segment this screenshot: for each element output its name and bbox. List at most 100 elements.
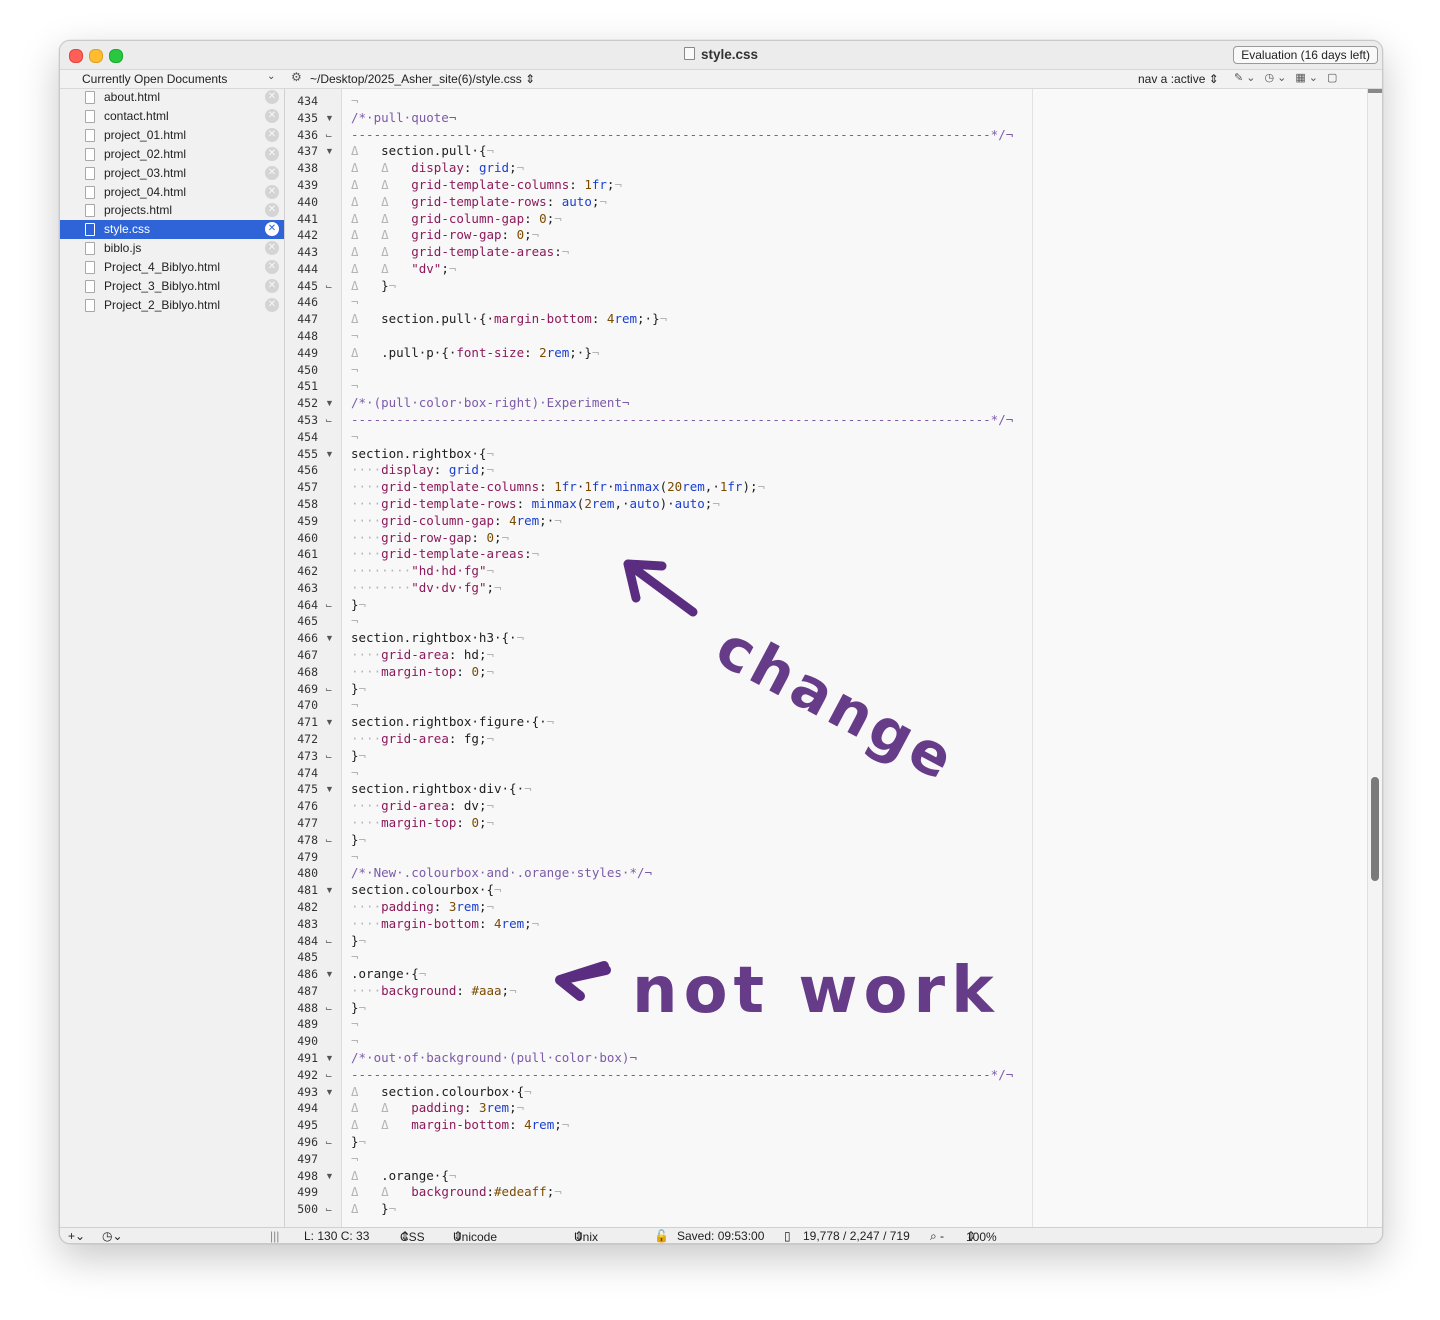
scrollbar-thumb[interactable] — [1371, 777, 1379, 881]
close-file-icon[interactable]: ✕ — [265, 279, 279, 293]
code-line[interactable]: ¬ — [351, 765, 359, 780]
code-line[interactable]: Δ .orange·{¬ — [351, 1168, 456, 1183]
language-menu[interactable]: CSS ⇕ — [400, 1229, 425, 1243]
code-line[interactable]: /*·New·.colourbox·and·.orange·styles·*/¬ — [351, 865, 652, 880]
code-line[interactable]: Δ Δ grid-row-gap: 0;¬ — [351, 227, 539, 242]
lock-icon[interactable]: 🔓 — [654, 1229, 669, 1243]
code-line[interactable]: ····grid-template-areas:¬ — [351, 546, 539, 561]
gear-icon[interactable]: ⚙ — [291, 70, 302, 84]
fold-triangle-icon[interactable]: ▼ — [325, 398, 334, 408]
code-line[interactable]: Δ }¬ — [351, 1201, 396, 1216]
close-file-icon[interactable]: ✕ — [265, 108, 279, 123]
code-line[interactable]: ····grid-row-gap: 0;¬ — [351, 530, 509, 545]
fold-triangle-icon[interactable]: ▼ — [325, 784, 334, 794]
code-line[interactable]: Δ Δ background:#edeaff;¬ — [351, 1184, 562, 1199]
code-line[interactable]: Δ Δ padding: 3rem;¬ — [351, 1100, 524, 1115]
sidebar-file-item[interactable]: project_01.html ✕ — [60, 126, 284, 145]
code-line[interactable]: ¬ — [351, 93, 359, 108]
fold-triangle-icon[interactable]: ▼ — [325, 969, 334, 979]
open-documents-menu[interactable]: Currently Open Documents — [82, 72, 227, 86]
fold-end-icon[interactable]: ⌙ — [325, 130, 333, 141]
sidebar-file-item[interactable]: Project_4_Biblyo.html ✕ — [60, 258, 284, 277]
encoding-menu[interactable]: Unicode (UTF-8) ⇕ — [453, 1229, 497, 1243]
fold-end-icon[interactable]: ⌙ — [325, 415, 333, 426]
sidebar-file-item[interactable]: projects.html ✕ — [60, 201, 284, 220]
code-line[interactable]: }¬ — [351, 597, 366, 612]
code-line[interactable]: ----------------------------------------… — [351, 412, 1013, 427]
close-file-icon[interactable]: ✕ — [265, 127, 279, 142]
code-line[interactable]: ····grid-area: fg;¬ — [351, 731, 494, 746]
code-line[interactable]: Δ Δ grid-column-gap: 0;¬ — [351, 211, 562, 226]
close-file-icon[interactable]: ✕ — [265, 203, 279, 218]
code-line[interactable]: Δ }¬ — [351, 278, 396, 293]
code-line[interactable]: Δ Δ grid-template-columns: 1fr;¬ — [351, 177, 622, 192]
code-line[interactable]: ¬ — [351, 429, 359, 444]
code-line[interactable]: ¬ — [351, 849, 359, 864]
fold-triangle-icon[interactable]: ▼ — [325, 885, 334, 895]
code-line[interactable]: ····grid-area: hd;¬ — [351, 647, 494, 662]
code-line[interactable]: ¬ — [351, 1151, 359, 1166]
fold-triangle-icon[interactable]: ▼ — [325, 1053, 334, 1063]
close-file-icon[interactable]: ✕ — [265, 165, 279, 180]
code-line[interactable]: ····display: grid;¬ — [351, 462, 494, 477]
code-line[interactable]: ········"hd·hd·fg"¬ — [351, 563, 494, 578]
code-line[interactable]: ----------------------------------------… — [351, 127, 1013, 142]
code-line[interactable]: ····padding: 3rem;¬ — [351, 899, 494, 914]
split-icon[interactable]: ||| — [270, 1229, 279, 1243]
code-line[interactable]: .orange·{¬ — [351, 966, 426, 981]
code-line[interactable]: Δ Δ margin-bottom: 4rem;¬ — [351, 1117, 569, 1132]
code-line[interactable]: ----------------------------------------… — [351, 1067, 1013, 1082]
fold-end-icon[interactable]: ⌙ — [325, 1137, 333, 1148]
fold-triangle-icon[interactable]: ▼ — [325, 1087, 334, 1097]
zoom-icon[interactable]: ⌕ - — [930, 1229, 944, 1243]
sidebar-file-item[interactable]: project_02.html ✕ — [60, 145, 284, 164]
fold-triangle-icon[interactable]: ▼ — [325, 449, 334, 459]
code-line[interactable]: ¬ — [351, 328, 359, 343]
clock-icon[interactable]: ◷⌄ — [102, 1229, 123, 1243]
close-file-icon[interactable]: ✕ — [265, 146, 279, 161]
fold-end-icon[interactable]: ⌙ — [325, 751, 333, 762]
code-line[interactable]: ¬ — [351, 1016, 359, 1031]
code-line[interactable]: ¬ — [351, 294, 359, 309]
sidebar-file-item[interactable]: project_03.html ✕ — [60, 164, 284, 183]
code-line[interactable]: Δ section.pull·{¬ — [351, 143, 494, 158]
code-line[interactable]: ····margin-top: 0;¬ — [351, 815, 494, 830]
close-file-icon[interactable]: ✕ — [265, 184, 279, 199]
code-line[interactable]: }¬ — [351, 933, 366, 948]
code-line[interactable]: }¬ — [351, 1000, 366, 1015]
fold-end-icon[interactable]: ⌙ — [325, 1204, 333, 1215]
code-line[interactable]: Δ Δ grid-template-rows: auto;¬ — [351, 194, 607, 209]
close-file-icon[interactable]: ✕ — [265, 90, 279, 104]
sidebar-file-item[interactable]: about.html ✕ — [60, 88, 284, 107]
code-line[interactable]: section.rightbox·figure·{·¬ — [351, 714, 554, 729]
code-line[interactable]: }¬ — [351, 748, 366, 763]
file-path-menu[interactable]: ~/Desktop/2025_Asher_site(6)/style.css ⇕ — [310, 72, 535, 86]
code-line[interactable]: Δ Δ "dv";¬ — [351, 261, 456, 276]
code-line[interactable]: section.rightbox·div·{·¬ — [351, 781, 532, 796]
code-line[interactable]: ····grid-area: dv;¬ — [351, 798, 494, 813]
line-endings-menu[interactable]: Unix (LF) ⇕ — [574, 1229, 598, 1243]
code-line[interactable]: ····margin-bottom: 4rem;¬ — [351, 916, 539, 931]
code-line[interactable]: ¬ — [351, 1033, 359, 1048]
fold-end-icon[interactable]: ⌙ — [325, 281, 333, 292]
code-line[interactable]: section.rightbox·h3·{·¬ — [351, 630, 524, 645]
sidebar-file-item[interactable]: Project_3_Biblyo.html ✕ — [60, 277, 284, 296]
sidebar-file-item[interactable]: Project_2_Biblyo.html ✕ — [60, 296, 284, 315]
chevron-down-icon[interactable]: ⌄ — [267, 71, 275, 82]
code-line[interactable]: }¬ — [351, 681, 366, 696]
code-line[interactable]: Δ Δ display: grid;¬ — [351, 160, 524, 175]
close-file-icon[interactable]: ✕ — [265, 241, 279, 256]
code-line[interactable]: ¬ — [351, 949, 359, 964]
code-line[interactable]: section.colourbox·{¬ — [351, 882, 502, 897]
code-line[interactable]: ¬ — [351, 378, 359, 393]
code-line[interactable]: ····grid-template-rows: minmax(2rem,·aut… — [351, 496, 720, 511]
vertical-scrollbar[interactable] — [1367, 89, 1382, 1227]
sidebar-file-item[interactable]: style.css ✕ — [60, 220, 284, 240]
fold-triangle-icon[interactable]: ▼ — [325, 717, 334, 727]
code-line[interactable]: Δ section.colourbox·{¬ — [351, 1084, 532, 1099]
code-line[interactable]: ········"dv·dv·fg";¬ — [351, 580, 502, 595]
code-line[interactable]: /*·out·of·background·(pull·color·box)¬ — [351, 1050, 637, 1065]
fold-triangle-icon[interactable]: ▼ — [325, 113, 334, 123]
code-line[interactable]: ¬ — [351, 613, 359, 628]
code-line[interactable]: /*·(pull·color·box-right)·Experiment¬ — [351, 395, 629, 410]
